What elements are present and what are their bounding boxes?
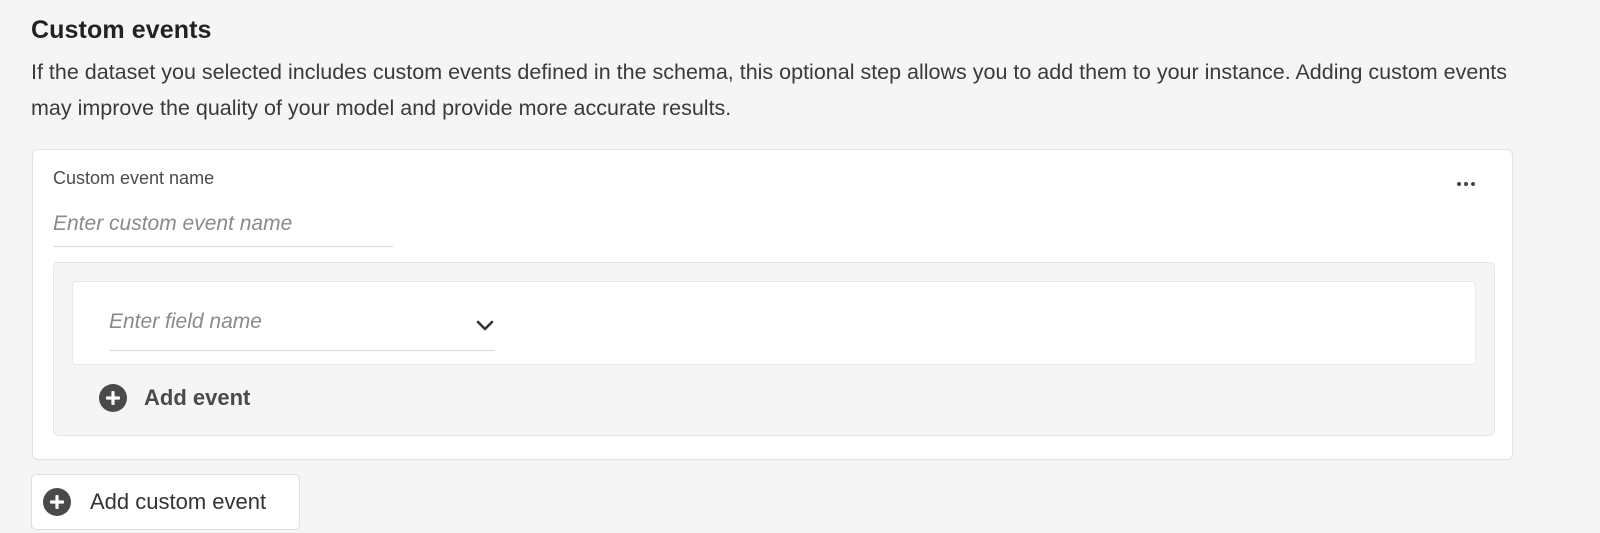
event-fields-panel: Enter field name Add event: [53, 262, 1495, 436]
custom-event-card: Custom event name Enter field name: [32, 149, 1513, 460]
field-name-picker[interactable]: Enter field name: [109, 300, 495, 351]
add-event-button[interactable]: Add event: [98, 381, 250, 415]
section-title: Custom events: [31, 16, 212, 44]
custom-events-page: Custom events If the dataset you selecte…: [0, 0, 1600, 533]
section-description: If the dataset you selected includes cus…: [31, 60, 1508, 120]
field-row: Enter field name: [72, 281, 1476, 365]
add-circle-icon: [43, 488, 71, 516]
more-options-icon[interactable]: [1452, 176, 1480, 192]
custom-event-name-label: Custom event name: [53, 168, 215, 188]
add-custom-event-button[interactable]: Add custom event: [31, 474, 300, 530]
custom-event-name-input[interactable]: [53, 202, 393, 247]
chevron-down-icon: [476, 320, 494, 331]
field-name-placeholder: Enter field name: [109, 310, 262, 333]
add-custom-event-label: Add custom event: [90, 489, 267, 514]
add-circle-icon: [99, 384, 127, 412]
add-event-label: Add event: [144, 385, 251, 410]
